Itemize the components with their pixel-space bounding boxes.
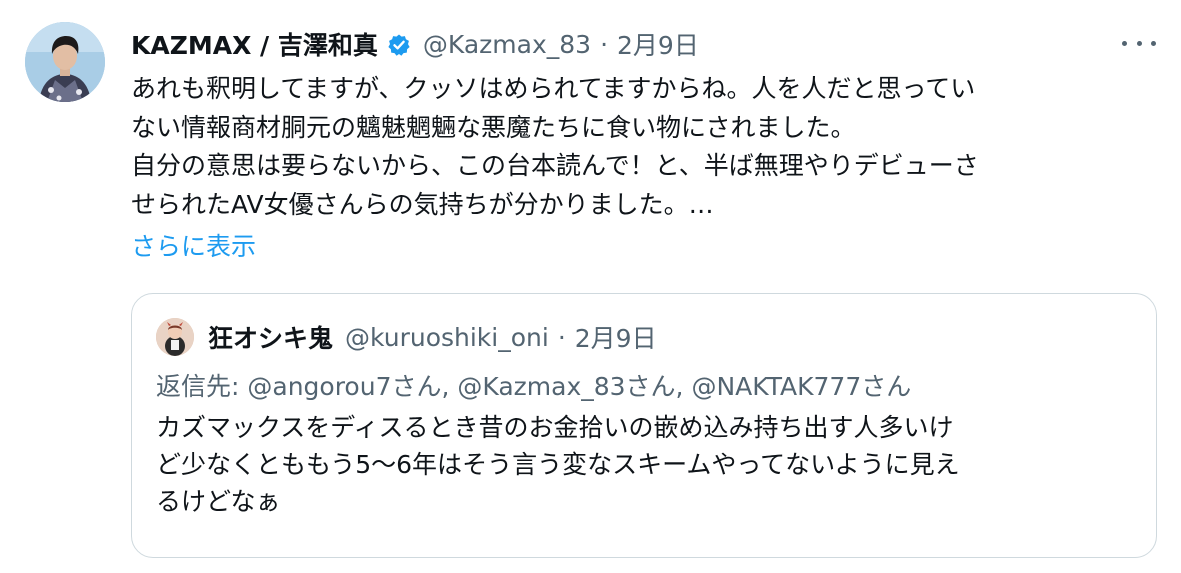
author-name[interactable]: KAZMAX / 吉澤和真 [131, 26, 378, 62]
tweet-body-line: 自分の意思は要らないから、この台本読んで！と、半ば無理やりデビューさ [131, 151, 979, 180]
reply-to-prefix: 返信先: [156, 372, 248, 401]
reply-to-mentions[interactable]: @angorou7さん, @Kazmax_83さん, @NAKTAK777さん [247, 372, 911, 401]
quoted-tweet-date[interactable]: 2月9日 [575, 319, 657, 355]
more-dot [1136, 40, 1142, 46]
quoted-body-line: ど少なくとももう5〜6年はそう言う変なスキームやってないように見え [156, 450, 960, 479]
reply-to-line: 返信先: @angorou7さん, @Kazmax_83さん, @NAKTAK7… [156, 368, 911, 406]
more-dot [1151, 40, 1156, 46]
tweet-body: あれも釈明してますが、クッソはめられてますからね。人を人だと思ってい ない情報商… [131, 70, 1156, 224]
quoted-header: 狂オシキ鬼 @kuruoshiki_oni · 2月9日 [208, 318, 657, 356]
more-options-icon[interactable] [1122, 36, 1156, 50]
quoted-author-handle[interactable]: @kuruoshiki_oni [345, 323, 549, 352]
quoted-body-line: カズマックスをディスるとき昔のお金拾いの嵌め込み持ち出す人多いけ [156, 413, 954, 442]
author-avatar[interactable] [25, 22, 105, 102]
quoted-body-line: るけどなぁ [156, 487, 281, 516]
more-dot [1122, 40, 1127, 46]
quoted-header-separator: · [557, 322, 566, 352]
header-separator: · [600, 29, 609, 59]
tweet-body-line: せられたAV女優さんらの気持ちが分かりました。… [131, 189, 714, 219]
show-more-link[interactable]: さらに表示 [131, 228, 256, 266]
tweet-body-line: ない情報商材胴元の魑魅魍魎な悪魔たちに食い物にされました。 [131, 112, 856, 142]
quoted-tweet-body: カズマックスをディスるとき昔のお金拾いの嵌め込み持ち出す人多いけ ど少なくともも… [156, 409, 1136, 520]
quoted-tweet[interactable]: 狂オシキ鬼 @kuruoshiki_oni · 2月9日 返信先: @angor… [131, 293, 1157, 558]
verified-badge-icon [387, 33, 411, 57]
tweet-header: KAZMAX / 吉澤和真 @Kazmax_83 · 2月9日 [131, 24, 699, 64]
tweet[interactable]: KAZMAX / 吉澤和真 @Kazmax_83 · 2月9日 あれも釈明してま… [0, 0, 1181, 573]
author-handle[interactable]: @Kazmax_83 [423, 30, 591, 59]
tweet-date[interactable]: 2月9日 [617, 26, 699, 62]
quoted-author-avatar[interactable] [156, 318, 194, 356]
tweet-body-line: あれも釈明してますが、クッソはめられてますからね。人を人だと思ってい [131, 74, 976, 103]
quoted-author-name[interactable]: 狂オシキ鬼 [208, 319, 333, 355]
